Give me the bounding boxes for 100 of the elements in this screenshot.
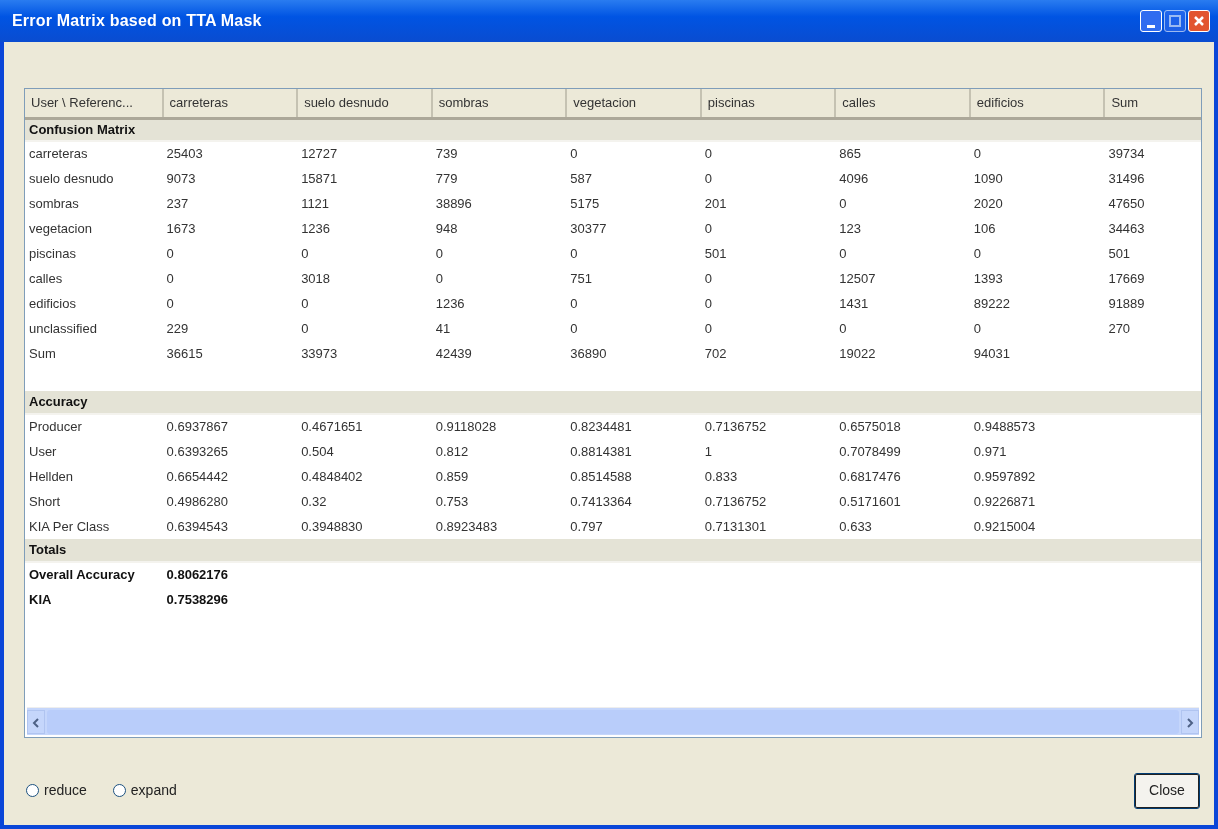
radio-option[interactable]: expand [112, 780, 177, 801]
table-cell-text: 0 [434, 244, 444, 263]
close-dialog-button[interactable]: Close [1134, 772, 1200, 809]
row-label: vegetacion [28, 219, 93, 238]
table-cell-text: 779 [434, 169, 459, 188]
table-cell-text: 0.753 [434, 492, 470, 511]
table-cell-text: 948 [434, 219, 459, 238]
table-cell-text: 30377 [569, 219, 608, 238]
table-cell: 0.9118028 [431, 414, 567, 439]
row-label: calles [28, 269, 64, 288]
table-cell-text: 0 [972, 319, 983, 338]
table-cell: 12727 [297, 141, 432, 166]
table-cell-text: 38896 [434, 194, 473, 213]
close-icon [1193, 15, 1205, 27]
table-cell-text: 4096 [838, 169, 870, 188]
table-cell-text: 0 [434, 269, 444, 288]
table-cell-text: 0.7538296 [165, 590, 230, 609]
table-cell-text: 5175 [569, 194, 601, 213]
row-label: unclassified [28, 319, 98, 338]
table-cell-text: 0 [703, 169, 713, 188]
table-cell-text: 42439 [434, 344, 473, 363]
window-title: Error Matrix based on TTA Mask [12, 11, 263, 31]
table-cell-text: 1236 [434, 294, 466, 313]
table-cell: 0.8923483 [431, 514, 567, 539]
table-cell: 0.633 [835, 514, 970, 539]
table-cell-text: 1090 [972, 169, 1004, 188]
table-cell-text: 33973 [300, 344, 339, 363]
table-cell-text: 0.9597892 [972, 467, 1037, 486]
table-cell-text: 0.859 [434, 467, 470, 486]
table-cell-text: 201 [703, 194, 728, 213]
row-label: User [28, 442, 58, 461]
table-cell-text: 0 [300, 294, 310, 313]
table-cell: 25403 [162, 141, 298, 166]
table-cell-text: 751 [569, 269, 593, 288]
column-header[interactable]: piscinas [700, 89, 836, 118]
table-cell-text: 0 [165, 269, 175, 288]
table-cell: 0.9215004 [969, 514, 1105, 539]
table-cell-text: 0 [165, 244, 175, 263]
column-header[interactable]: suelo desnudo [297, 89, 432, 118]
table-cell: 0.3948830 [297, 514, 432, 539]
table-cell-text: 91889 [1107, 294, 1146, 313]
section-header: Accuracy [29, 394, 88, 410]
minimize-button[interactable] [1140, 10, 1162, 32]
table-cell: 0.7136752 [700, 414, 836, 439]
table-cell-text: 0.4986280 [165, 492, 230, 511]
table-cell-text: 41 [434, 319, 452, 338]
table-cell-text: 0 [972, 244, 983, 263]
table-cell-text: 94031 [972, 344, 1011, 363]
table-cell-text: 0 [838, 319, 848, 338]
row-label: piscinas [28, 244, 77, 263]
column-header[interactable]: calles [835, 89, 970, 118]
table-cell-text: 0.833 [703, 467, 739, 486]
radio-option[interactable]: reduce [26, 780, 87, 801]
table-cell-text: 0.504 [300, 442, 335, 461]
row-label: sombras [28, 194, 80, 213]
table-cell-text: 501 [1107, 244, 1132, 263]
table-cell-text: 587 [569, 169, 593, 188]
table-cell-text: 702 [703, 344, 728, 363]
column-header[interactable]: vegetacion [566, 89, 701, 118]
table-cell-text: 0.6817476 [838, 467, 902, 486]
table-cell: 0.6575018 [835, 414, 970, 439]
table-cell-text: 0.6393265 [165, 442, 230, 461]
column-header[interactable]: User \ Referenc... [25, 89, 163, 118]
minimize-icon [1147, 24, 1155, 28]
scroll-right-button[interactable] [1181, 709, 1199, 734]
table-cell-text: 0 [300, 244, 310, 263]
row-label: edificios [28, 294, 77, 313]
table-cell-text: 36615 [165, 344, 204, 363]
table-cell: 0.4671651 [297, 414, 432, 439]
table-cell-text: 0 [703, 219, 713, 238]
table-cell-text: 123 [838, 219, 862, 238]
table-cell-text: 1431 [838, 294, 870, 313]
scroll-left-button[interactable] [27, 709, 45, 734]
row-label: Producer [25, 414, 163, 439]
radio-button[interactable] [26, 784, 39, 797]
table-cell-text: 0.7413364 [569, 492, 633, 511]
table-cell: 0 [566, 141, 701, 166]
table-cell-text: 0.5171601 [838, 492, 902, 511]
column-header[interactable]: edificios [969, 89, 1105, 118]
table-cell: 0.797 [566, 514, 701, 539]
table-cell-text: 1236 [300, 219, 332, 238]
column-header[interactable]: Sum [1104, 89, 1201, 118]
table-cell-text: 0.9226871 [972, 492, 1037, 511]
column-header[interactable]: sombras [431, 89, 567, 118]
radio-button[interactable] [112, 784, 126, 797]
row-label: suelo desnudo [28, 169, 115, 188]
table-cell: 0.8234481 [566, 414, 701, 439]
table-cell-text: 0 [569, 319, 579, 338]
close-button[interactable] [1188, 10, 1210, 32]
table-cell-text: 0.4848402 [300, 467, 364, 486]
table-cell: 739 [431, 141, 567, 166]
table-cell: 0.8062176 [162, 562, 298, 587]
table-cell: 0.9488573 [969, 414, 1105, 439]
column-header[interactable]: carreteras [162, 89, 298, 118]
row-label: KIA Per Class [25, 514, 163, 539]
table-cell-text: 0 [838, 194, 848, 213]
table-cell-text: 3018 [300, 269, 332, 288]
table-cell-text: 0.7078499 [838, 442, 902, 461]
table-cell: 0.6937867 [162, 414, 298, 439]
table-cell-text: 229 [165, 319, 190, 338]
